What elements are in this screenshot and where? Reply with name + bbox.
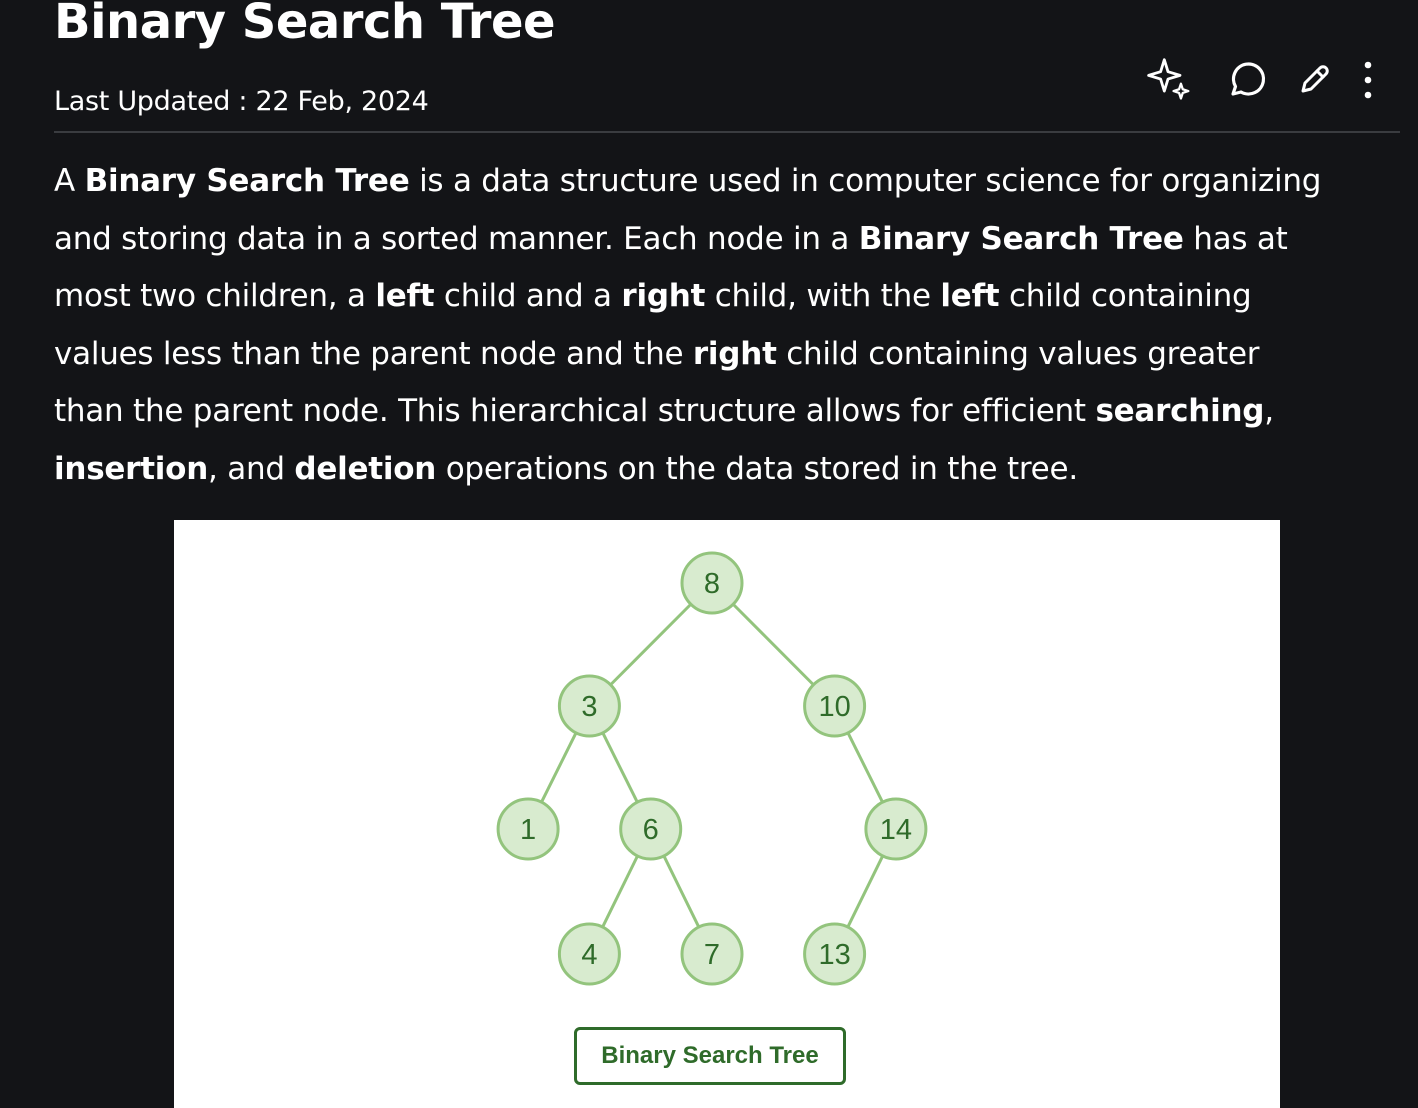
intro-bold-term: Binary Search Tree <box>84 163 410 199</box>
intro-text: is a data structure used in computer sci… <box>409 163 1322 199</box>
tree-node-value: 1 <box>520 814 536 846</box>
intro-line: A Binary Search Tree is a data structure… <box>54 153 1394 211</box>
intro-line: and storing data in a sorted manner. Eac… <box>54 211 1394 269</box>
intro-line: values less than the parent node and the… <box>54 326 1394 384</box>
intro-text: has at <box>1183 220 1288 257</box>
intro-bold-term: right <box>621 278 706 314</box>
intro-bold-term: left <box>940 278 1000 314</box>
tree-edge <box>540 732 578 803</box>
ai-sparkle-icon <box>1147 58 1190 100</box>
intro-bold-term: insertion <box>54 450 209 487</box>
intro-text: and storing data in a sorted manner. Eac… <box>54 220 859 257</box>
intro-bold-term: right <box>692 335 777 372</box>
intro-line: insertion, and deletion operations on th… <box>54 441 1394 499</box>
tree-node: 6 <box>619 797 683 861</box>
article-title: Binary Search Tree <box>54 0 556 50</box>
tree-node: 10 <box>803 674 867 738</box>
intro-text: A <box>54 163 85 199</box>
tree-node-value: 13 <box>818 939 850 971</box>
tree-edge <box>609 603 692 686</box>
tree-node: 13 <box>803 922 867 986</box>
article-page: Binary Search Tree Last Updated : 22 Feb… <box>0 0 1418 1108</box>
intro-text: operations on the data stored in the tre… <box>436 450 1078 487</box>
bst-diagram: 8 3 1 6 4 7 10 14 13 <box>496 551 928 986</box>
intro-bold-term: left <box>375 278 435 314</box>
comment-button[interactable] <box>1223 56 1271 104</box>
comment-icon <box>1231 62 1266 96</box>
header-divider <box>54 131 1400 133</box>
intro-bold-term: deletion <box>294 450 437 487</box>
tree-node-value: 3 <box>581 691 597 723</box>
edit-pencil-icon <box>1301 65 1329 93</box>
intro-text: values less than the parent node and the <box>54 335 693 372</box>
intro-text: than the parent node. This hierarchical … <box>54 393 1096 429</box>
tree-edge <box>601 855 639 928</box>
tree-node: 7 <box>680 922 744 986</box>
tree-node: 4 <box>557 922 621 986</box>
last-updated: Last Updated : 22 Feb, 2024 <box>54 84 429 120</box>
tree-node-value: 8 <box>704 568 720 600</box>
tree-node: 8 <box>680 551 744 615</box>
figure-caption: Binary Search Tree <box>574 1027 846 1085</box>
intro-text: , <box>1264 393 1274 429</box>
intro-text: child, with the <box>705 278 941 314</box>
tree-edge <box>732 603 815 686</box>
tree-node-value: 6 <box>643 814 659 846</box>
intro-paragraph: A Binary Search Tree is a data structure… <box>54 153 1394 498</box>
tree-node-value: 10 <box>818 691 850 723</box>
intro-text: most two children, a <box>54 278 376 314</box>
edit-button[interactable] <box>1290 56 1338 104</box>
more-options-button[interactable] <box>1344 56 1392 104</box>
intro-bold-term: Binary Search Tree <box>858 220 1184 257</box>
intro-text: child and a <box>434 278 622 314</box>
article-toolbar <box>1140 56 1390 106</box>
tree-edge <box>846 855 885 928</box>
tree-node-value: 4 <box>581 939 597 971</box>
more-options-icon <box>1364 61 1372 99</box>
tree-node: 14 <box>864 797 928 861</box>
tree-node-value: 14 <box>880 814 912 846</box>
intro-text: child containing <box>999 278 1252 314</box>
tree-edge <box>846 732 884 803</box>
intro-text: child containing values greater <box>776 335 1260 372</box>
last-updated-date: 22 Feb, 2024 <box>255 86 429 117</box>
last-updated-label: Last Updated : <box>54 86 256 117</box>
intro-bold-term: searching <box>1095 393 1265 429</box>
tree-edge <box>662 855 701 928</box>
intro-line: most two children, a left child and a ri… <box>54 268 1394 326</box>
intro-text: , and <box>208 450 295 487</box>
tree-node: 3 <box>557 674 621 738</box>
tree-node-value: 7 <box>704 939 720 971</box>
tree-node: 1 <box>496 797 560 861</box>
intro-line: than the parent node. This hierarchical … <box>54 383 1394 441</box>
bst-figure: 8 3 1 6 4 7 10 14 13 Binary Search Tree <box>174 520 1280 1108</box>
tree-edge <box>601 732 639 803</box>
ai-sparkle-button[interactable] <box>1144 56 1192 104</box>
